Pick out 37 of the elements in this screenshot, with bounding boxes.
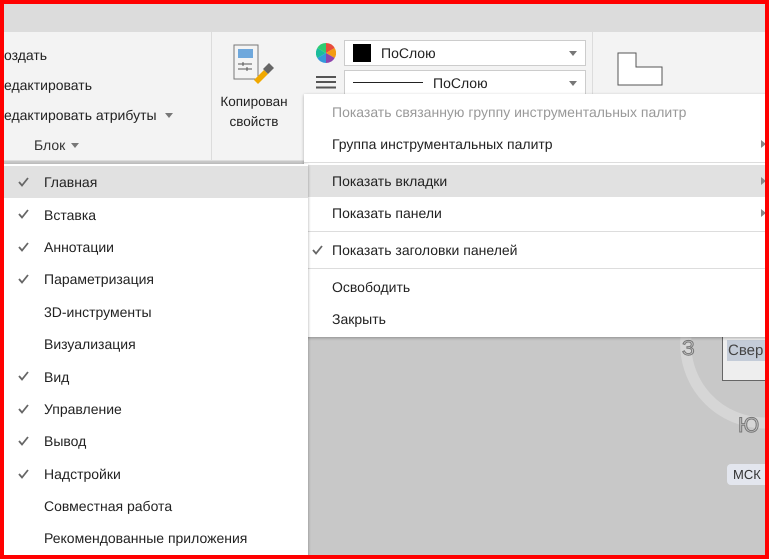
ribbon-command[interactable]: едактировать	[4, 70, 211, 100]
ribbon-command[interactable]: оздать	[4, 40, 211, 70]
caret-icon	[569, 50, 577, 56]
color-dropdown[interactable]: ПоСлою	[344, 40, 586, 66]
check-icon	[18, 404, 29, 414]
check-icon	[18, 242, 29, 252]
menu-item[interactable]: Рекомендованные приложения	[4, 522, 308, 555]
line-sample-icon	[353, 82, 423, 84]
color-swatch-icon	[353, 44, 371, 62]
menu-item[interactable]: Надстройки	[4, 458, 308, 490]
linetype-dropdown[interactable]: ПоСлою	[344, 70, 586, 96]
menu-item[interactable]: Управление	[4, 392, 308, 426]
ucs-menu-button[interactable]: МСК	[727, 464, 765, 485]
check-icon	[312, 245, 323, 255]
caret-icon	[71, 142, 80, 148]
caret-icon	[569, 80, 577, 86]
match-properties-icon	[232, 44, 276, 84]
menu-item[interactable]: Главная	[4, 166, 308, 198]
viewcube-face-label: Свер	[727, 340, 765, 361]
check-icon	[18, 177, 29, 187]
copy-properties-label: Копирован свойств	[220, 93, 288, 131]
menu-item[interactable]: Вид	[4, 360, 308, 393]
menu-item[interactable]: Группа инструментальных палитр	[304, 128, 765, 160]
shape-outline-icon	[617, 52, 663, 86]
copy-properties-button[interactable]: Копирован свойств	[212, 32, 296, 160]
panel-title[interactable]: Блок	[4, 130, 211, 160]
ribbon-command[interactable]: едактировать атрибуты	[4, 100, 211, 130]
check-icon	[18, 209, 29, 220]
menu-item[interactable]: Вывод	[4, 425, 308, 458]
color-wheel-icon	[316, 43, 336, 63]
check-icon	[18, 274, 29, 284]
viewcube-face[interactable]: Свер	[722, 335, 765, 381]
check-icon	[18, 436, 29, 446]
lineweight-icon	[316, 76, 336, 90]
check-icon	[18, 468, 29, 479]
menu-item[interactable]: Совместная работа	[4, 490, 308, 522]
check-icon	[18, 371, 29, 382]
